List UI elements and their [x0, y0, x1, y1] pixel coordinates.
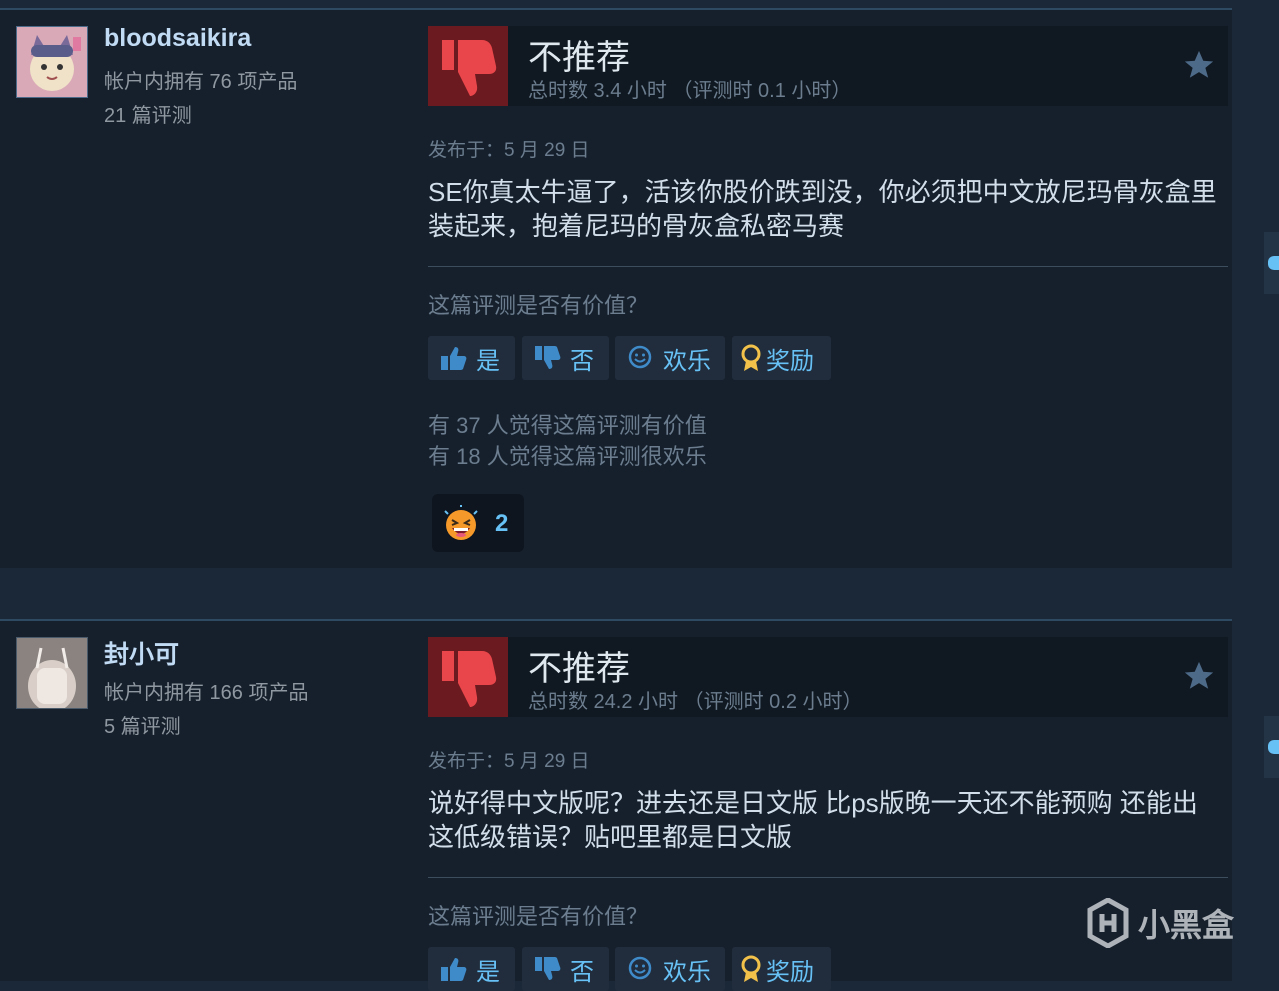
award-button[interactable]: 奖励: [732, 336, 831, 380]
star-icon[interactable]: [1182, 659, 1216, 693]
thumbs-down-icon: [535, 346, 561, 369]
thumbs-up-icon: [441, 958, 467, 981]
review-count[interactable]: 21 篇评测: [104, 99, 192, 128]
account-products[interactable]: 帐户内拥有 166 项产品: [104, 676, 308, 705]
vote-yes-button[interactable]: 是: [428, 336, 515, 380]
vote-funny-label: 欢乐: [663, 958, 711, 986]
smiley-icon: [628, 956, 652, 980]
vote-yes-label: 是: [476, 347, 500, 375]
review-content: SE你真太牛逼了，活该你股价跌到没，你必须把中文放尼玛骨灰盒里装起来，抱着尼玛的…: [428, 177, 1217, 241]
review-card: 封小可 帐户内拥有 166 项产品 5 篇评测 不推荐 总时数 24.2 小时 …: [0, 619, 1232, 991]
reaction-badge[interactable]: 2: [432, 494, 524, 552]
watermark: 小黑盒: [1086, 895, 1234, 951]
verdict-title[interactable]: 不推荐: [528, 641, 630, 690]
thumbs-down-icon: [428, 26, 508, 106]
avatar[interactable]: [16, 26, 88, 98]
review-content: 说好得中文版呢？进去还是日文版 比ps版晚一天还不能预购 还能出这低级错误？贴吧…: [428, 788, 1198, 852]
vote-no-label: 否: [570, 347, 594, 375]
vote-header: 不推荐 总时数 3.4 小时 （评测时 0.1 小时）: [428, 26, 1228, 106]
user-photo-icon: [17, 638, 87, 708]
review-card: bloodsaikira 帐户内拥有 76 项产品 21 篇评测 不推荐 总时数…: [0, 8, 1232, 568]
award-button[interactable]: 奖励: [732, 947, 831, 991]
award-icon: [741, 955, 761, 982]
vote-header: 不推荐 总时数 24.2 小时 （评测时 0.2 小时）: [428, 637, 1228, 717]
thumbs-down-icon: [428, 637, 508, 717]
vote-yes-button[interactable]: 是: [428, 947, 515, 991]
divider: [428, 877, 1228, 878]
reaction-count: 2: [495, 510, 509, 537]
cat-avatar-icon: [17, 27, 87, 97]
side-tab[interactable]: [1264, 232, 1279, 294]
posted-date: 发布于：5 月 29 日: [428, 751, 590, 772]
vote-yes-label: 是: [476, 958, 500, 986]
funny-stat: 有 18 人觉得这篇评测很欢乐: [428, 444, 707, 469]
vote-funny-label: 欢乐: [663, 347, 711, 375]
playtime-hours: 总时数 3.4 小时 （评测时 0.1 小时）: [528, 80, 852, 102]
vote-no-button[interactable]: 否: [522, 336, 609, 380]
divider: [428, 266, 1228, 267]
playtime-hours: 总时数 24.2 小时 （评测时 0.2 小时）: [528, 691, 863, 713]
review-count[interactable]: 5 篇评测: [104, 710, 181, 739]
thumbs-down-icon: [535, 957, 561, 980]
award-label: 奖励: [766, 347, 814, 375]
helpful-stat: 有 37 人觉得这篇评测有价值: [428, 413, 707, 438]
heybox-logo-icon: [1087, 898, 1129, 948]
laughing-emoji-icon: [444, 505, 478, 540]
username[interactable]: bloodsaikira: [104, 24, 251, 53]
posted-date: 发布于：5 月 29 日: [428, 140, 590, 161]
side-tab[interactable]: [1264, 716, 1279, 778]
vote-funny-button[interactable]: 欢乐: [615, 336, 725, 380]
verdict-title[interactable]: 不推荐: [528, 30, 630, 79]
avatar[interactable]: [16, 637, 88, 709]
username[interactable]: 封小可: [104, 635, 179, 671]
vote-no-button[interactable]: 否: [522, 947, 609, 991]
star-icon[interactable]: [1182, 48, 1216, 82]
vote-no-label: 否: [570, 958, 594, 986]
vote-funny-button[interactable]: 欢乐: [615, 947, 725, 991]
account-products[interactable]: 帐户内拥有 76 项产品: [104, 65, 297, 94]
watermark-text: 小黑盒: [1138, 907, 1235, 943]
helpful-question: 这篇评测是否有价值？: [428, 293, 649, 318]
helpful-question: 这篇评测是否有价值？: [428, 904, 649, 929]
award-label: 奖励: [766, 958, 814, 986]
thumbs-up-icon: [441, 347, 467, 370]
award-icon: [741, 344, 761, 371]
smiley-icon: [628, 345, 652, 369]
